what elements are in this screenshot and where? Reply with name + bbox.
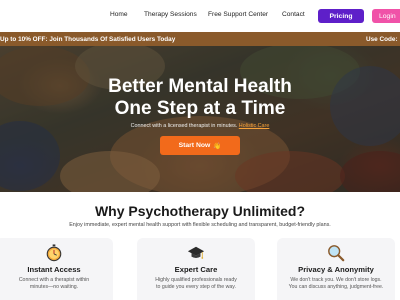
feature-description-line: We don't track you. We don't store logs. — [290, 277, 382, 283]
feature-description-line: You can discuss anything, judgment-free. — [288, 284, 384, 291]
hero-title-line1: Better Mental Health — [108, 76, 292, 97]
hero-subtitle: Connect with a licensed therapist in min… — [0, 123, 400, 129]
hero-section: Better Mental Health One Step at a Time … — [0, 46, 400, 192]
graduation-cap-icon — [187, 246, 205, 259]
promo-banner: Up to 10% OFF: Join Thousands Of Satisfi… — [0, 32, 400, 46]
feature-title: Expert Care — [174, 265, 218, 274]
feature-description: Connect with a therapist within minutes—… — [0, 277, 113, 291]
feature-description-line: to guide you every step of the way. — [156, 284, 236, 291]
nav-link-home[interactable]: Home — [110, 11, 128, 18]
feature-description-line: minutes—no waiting. — [29, 284, 79, 291]
start-now-button[interactable]: Start Now 👋 — [160, 136, 240, 155]
feature-description-line: Connect with a therapist within — [18, 277, 90, 283]
pricing-button[interactable]: Pricing — [318, 9, 364, 23]
feature-card-instant-access: Instant Access Connect with a therapist … — [0, 238, 113, 300]
holistic-care-link[interactable]: Holistic Care — [239, 123, 270, 129]
nav-link-free-support-center[interactable]: Free Support Center — [208, 11, 268, 18]
section-title: Why Psychotherapy Unlimited? — [94, 203, 306, 219]
start-now-label: Start Now — [178, 142, 211, 149]
promo-code-label: Use Code: — [366, 36, 398, 43]
feature-description: Highly qualified professionals ready to … — [137, 277, 255, 291]
feature-card-privacy-anonymity: Privacy & Anonymity We don't track you. … — [277, 238, 395, 300]
feature-card-expert-care: Expert Care Highly qualified professiona… — [137, 238, 255, 300]
feature-description: We don't track you. We don't store logs.… — [277, 277, 395, 291]
nav-link-therapy-sessions[interactable]: Therapy Sessions — [144, 11, 197, 18]
login-button[interactable]: Login — [372, 9, 400, 23]
feature-title: Instant Access — [27, 265, 81, 274]
top-navigation: Home Therapy Sessions Free Support Cente… — [0, 0, 400, 32]
feature-description-line: Highly qualified professionals ready — [155, 277, 237, 283]
waving-hand-icon: 👋 — [213, 142, 222, 150]
hero-subtitle-text: Connect with a licensed therapist in min… — [130, 123, 238, 129]
nav-link-contact[interactable]: Contact — [282, 11, 305, 18]
hero-title-line2: One Step at a Time — [114, 98, 286, 119]
promo-text: Up to 10% OFF: Join Thousands Of Satisfi… — [0, 36, 176, 43]
stopwatch-icon — [46, 244, 62, 262]
feature-title: Privacy & Anonymity — [298, 265, 374, 274]
section-subtitle: Enjoy immediate, expert mental health su… — [69, 222, 331, 228]
magnifier-icon — [328, 245, 345, 262]
